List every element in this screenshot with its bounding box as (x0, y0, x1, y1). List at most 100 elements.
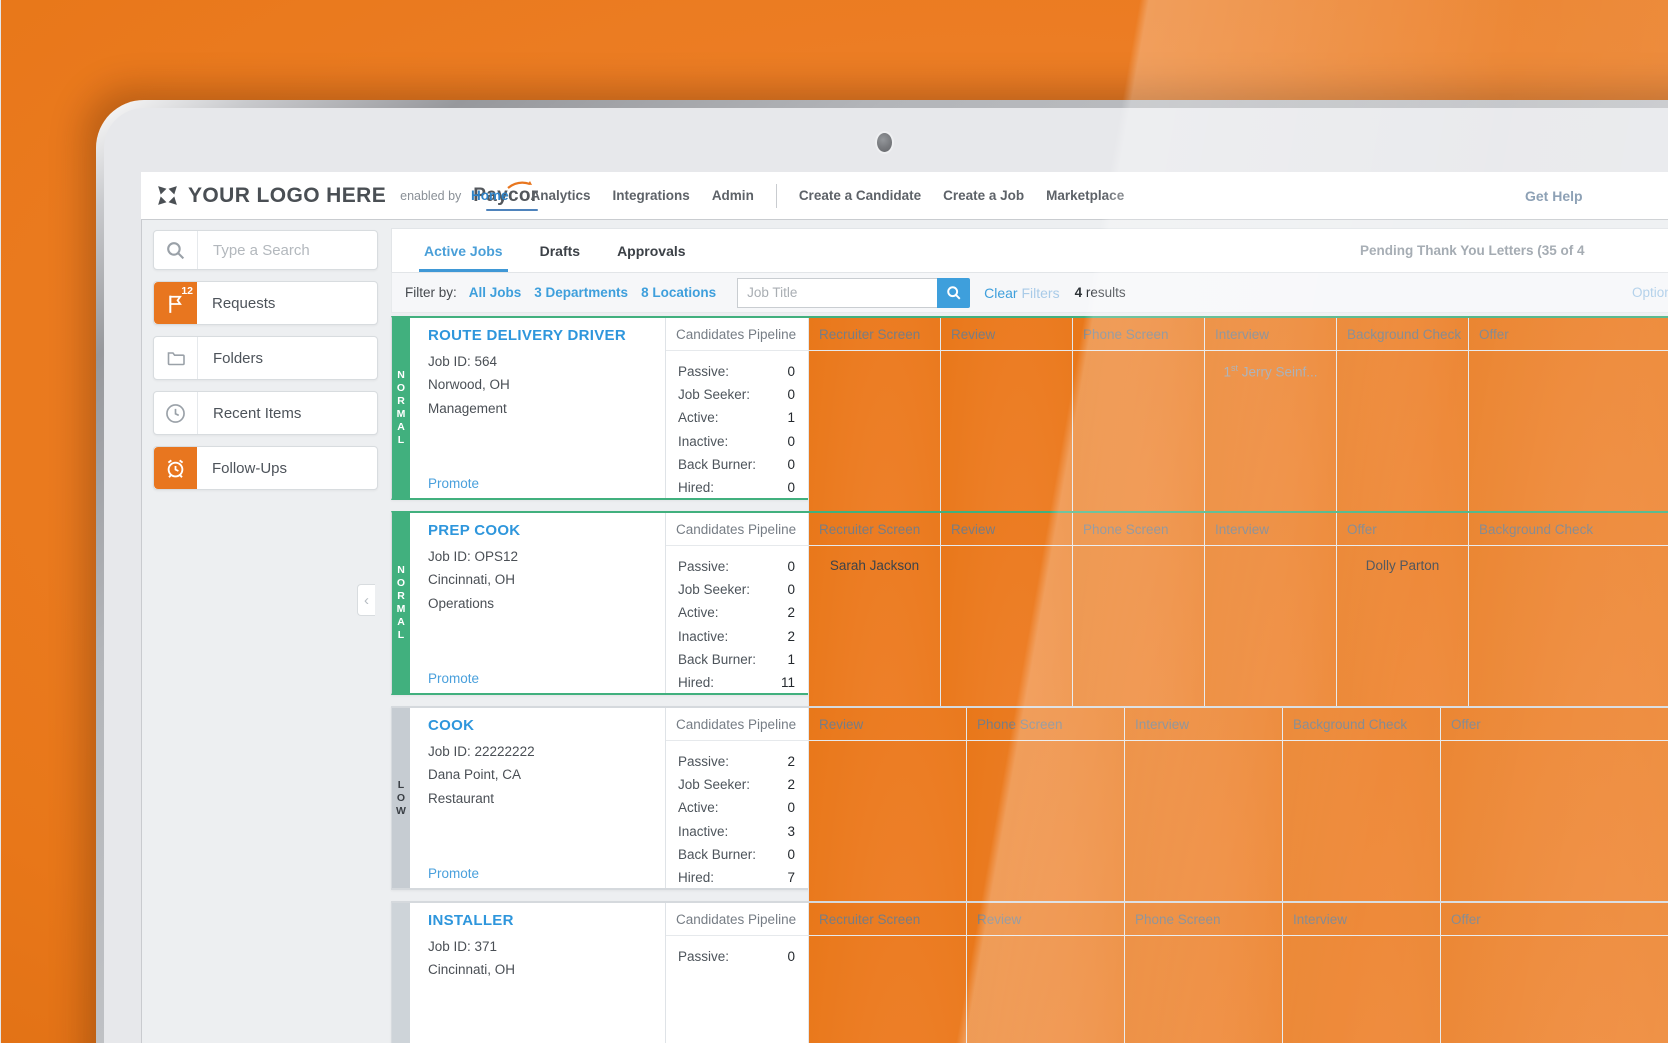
pipeline-row: Passive: 2 (678, 750, 795, 773)
pipeline-value: 0 (787, 480, 795, 496)
nav-item-create-a-candidate[interactable]: Create a Candidate (799, 188, 921, 203)
job-department: Management (428, 400, 507, 416)
stage-header: Phone Screen (1073, 318, 1204, 351)
sidebar-collapse-handle[interactable]: ‹ (357, 584, 375, 616)
nav-item-home[interactable]: Home (471, 188, 509, 203)
job-title-link[interactable]: COOK (428, 717, 474, 734)
pipeline-body: Passive: 0 Job Seeker: 0 Active: 2 Inactive: 2 B… (666, 546, 808, 694)
sidebar-search[interactable] (153, 230, 414, 270)
filter-link-8-locations[interactable]: 8 Locations (641, 285, 716, 300)
pipeline-value: 0 (787, 800, 795, 816)
stage-header: Review (967, 903, 1124, 936)
job-location: Dana Point, CA (428, 767, 522, 782)
candidate-link[interactable]: 1st Jerry Seinf... (1205, 363, 1336, 380)
filter-links: All Jobs 3 Departments 8 Locations (469, 285, 729, 300)
get-help-link[interactable]: Get Help (1525, 172, 1583, 219)
pipeline-value: 2 (787, 754, 795, 770)
app-screen: YOUR LOGO HERE enabled by Paycor Home Ana… (141, 172, 1668, 1043)
nav-item-integrations[interactable]: Integrations (613, 188, 690, 203)
nav-item-admin[interactable]: Admin (712, 188, 754, 203)
stage-body: Dolly Parton (1337, 546, 1468, 573)
promote-link[interactable]: Promote (428, 866, 479, 881)
job-title-search-button[interactable] (937, 277, 971, 308)
sidebar-item-folders[interactable]: Folders (153, 336, 378, 380)
job-info: ROUTE DELIVERY DRIVER Job ID: 564 Norwood,… (410, 318, 665, 498)
pipeline-label: Back Burner: (678, 651, 757, 667)
options-link[interactable]: Options (1632, 285, 1668, 300)
pipeline-value: 0 (787, 364, 795, 380)
tab-active-jobs[interactable]: Active Jobs (419, 229, 508, 272)
pipeline-value: 2 (787, 605, 795, 621)
pipeline-label: Hired: (678, 480, 715, 496)
pipeline-header: Candidates Pipeline (666, 903, 808, 936)
stage-body: Sarah Jackson (809, 546, 940, 573)
job-title-search-input[interactable] (737, 277, 938, 308)
stage-body (1469, 546, 1668, 558)
stage-column-offer: Offer (1440, 903, 1668, 1043)
stage-header: Background Check (1337, 318, 1468, 351)
filter-link-3-departments[interactable]: 3 Departments (534, 285, 628, 300)
pipeline-value: 2 (787, 777, 795, 793)
sidebar-search-input[interactable] (211, 240, 414, 260)
orange-backdrop: YOUR LOGO HERE enabled by Paycor Home Ana… (0, 0, 1668, 1043)
job-title-link[interactable]: INSTALLER (428, 912, 514, 929)
pipeline-row: Passive: 0 (678, 945, 795, 968)
filter-link-all-jobs[interactable]: All Jobs (469, 285, 522, 300)
pipeline-value: 7 (787, 870, 795, 886)
sidebar-item-recent-items[interactable]: Recent Items (153, 391, 378, 435)
nav-item-create-a-job[interactable]: Create a Job (943, 188, 1024, 203)
pipeline-value: 0 (787, 559, 795, 575)
promote-link[interactable]: Promote (428, 671, 479, 686)
job-title-link[interactable]: PREP COOK (428, 522, 520, 539)
tab-approvals[interactable]: Approvals (612, 229, 690, 272)
promote-link[interactable]: Promote (428, 476, 479, 491)
stage-body (1337, 351, 1468, 363)
sidebar-item-requests[interactable]: 12 Requests (153, 281, 378, 325)
pipeline-label: Passive: (678, 559, 730, 575)
candidate-link[interactable]: Dolly Parton (1337, 558, 1468, 573)
tab-drafts[interactable]: Drafts (535, 229, 585, 272)
job-title-link[interactable]: ROUTE DELIVERY DRIVER (428, 327, 626, 344)
stage-body (1283, 741, 1440, 753)
stage-header: Recruiter Screen (809, 513, 940, 546)
pipeline-row: Back Burner: 0 (678, 453, 795, 476)
nav-item-analytics[interactable]: Analytics (531, 188, 591, 203)
pipeline-label: Inactive: (678, 628, 729, 644)
requests-count-badge: 12 (181, 285, 193, 297)
sidebar-item-label: Follow-Ups (212, 459, 288, 477)
sidebar-item-follow-ups[interactable]: Follow-Ups (153, 446, 378, 490)
job-location: Cincinnati, OH (428, 572, 516, 587)
stage-columns: Review Phone Screen Interview Background Ch… (808, 708, 1668, 1043)
stage-body (1283, 936, 1440, 948)
pipeline-value: 0 (787, 456, 795, 472)
clock-icon (154, 392, 198, 434)
pipeline-label: Passive: (678, 754, 730, 770)
stage-body: 1st Jerry Seinf... (1205, 351, 1336, 380)
job-id: Job ID: 564 (428, 353, 498, 369)
search-icon (154, 231, 198, 269)
results-word: results (1085, 285, 1126, 300)
job-info: INSTALLERJob ID: 371Cincinnati, OHPromot… (410, 903, 665, 1043)
pending-thank-you-link[interactable]: Pending Thank You Letters (35 of 4 (1360, 229, 1585, 272)
results-count: 4 (1074, 285, 1083, 300)
job-card-list: N O R M A L ROUTE DELIVERY DRIVER Job ID: 564 No… (391, 316, 1668, 1043)
stage-body (1441, 936, 1668, 948)
job-card-installer: INSTALLERJob ID: 371Cincinnati, OHPromot… (391, 901, 1668, 1043)
candidate-link[interactable]: Sarah Jackson (809, 558, 940, 573)
stage-columns: Recruiter Screen Review Phone Screen Interv… (808, 903, 1668, 1043)
nav-divider (775, 183, 777, 208)
pipeline-label: Hired: (678, 870, 715, 886)
pipeline-row: Hired: 11 (678, 671, 795, 694)
pipeline-row: Hired: 0 (678, 476, 795, 499)
stage-columns: Recruiter Screen Review Phone Screen Interv… (808, 318, 1668, 1043)
pipeline-value: 0 (787, 387, 795, 403)
clear-filters-link[interactable]: Clear Filters (984, 285, 1059, 301)
job-info: COOK Job ID: 22222222 Dana Point, CA Restau… (410, 708, 665, 888)
enabled-by-label: enabled by (400, 188, 462, 203)
pipeline-header: Candidates Pipeline (666, 708, 808, 741)
nav-item-marketplace[interactable]: Marketplace (1046, 188, 1124, 203)
pipeline-label: Job Seeker: (678, 582, 751, 598)
search-icon (946, 285, 961, 299)
stage-header: Offer (1469, 318, 1668, 351)
priority-bar: NORMAL (392, 318, 410, 498)
